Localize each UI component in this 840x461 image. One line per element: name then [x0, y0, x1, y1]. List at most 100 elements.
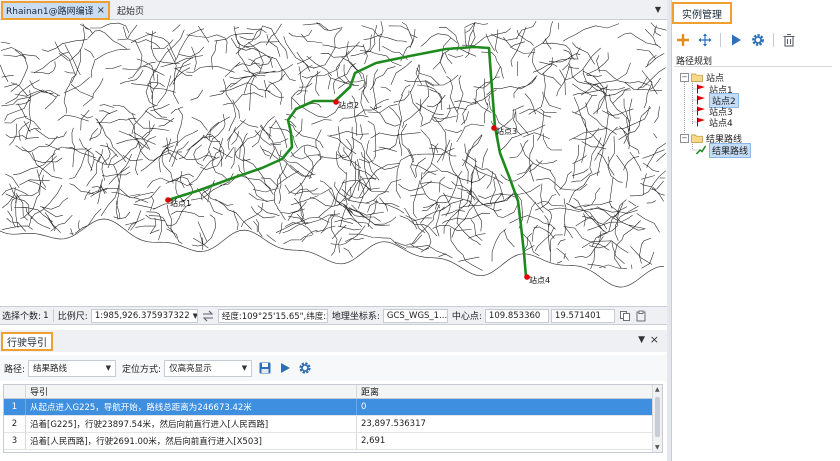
table-row[interactable]: 1 从起点进入G225，导航开始，路线总距离为246673.42米 0	[4, 399, 662, 416]
stop-label: 站点1	[170, 198, 191, 208]
tab-road-network[interactable]: Rhainan1@路网编译 ×	[1, 1, 110, 20]
folder-icon	[691, 134, 703, 143]
row-index-header	[4, 385, 26, 398]
locate-label: 定位方式:	[122, 364, 162, 375]
tree-stop-4[interactable]: 站点4	[696, 116, 733, 129]
trash-icon[interactable]	[782, 33, 796, 47]
lonlat-readout: 经度:109°25'15.65",纬度:2...	[217, 308, 328, 323]
route-select[interactable]: 结果路线 ▼	[28, 359, 117, 377]
gear-icon[interactable]	[298, 361, 312, 375]
table-scrollbar[interactable]: ▲ ▼	[652, 385, 662, 452]
selected-count: 选择个数: 1	[0, 307, 51, 324]
scale-value: 1:985,926.375937322	[94, 310, 190, 321]
crs-label: 地理坐标系:	[331, 312, 380, 322]
row-index: 1	[4, 399, 26, 415]
guide-panel-close-icon[interactable]: ×	[650, 333, 659, 346]
flag-icon	[697, 84, 705, 94]
center-y-field[interactable]: 19.571401	[550, 308, 615, 323]
scroll-down-icon[interactable]: ▼	[655, 444, 660, 451]
scale-dropdown-icon[interactable]: ▼	[193, 312, 197, 320]
collapse-icon[interactable]: −	[680, 133, 689, 143]
guide-text: 沿着[人民西路]，行驶2691.00米，然后向前直行进入[X503]	[26, 433, 357, 449]
locate-dropdown-icon[interactable]: ▼	[242, 364, 247, 372]
distance-column-header[interactable]: 距离	[357, 385, 662, 398]
scroll-thumb[interactable]	[655, 397, 660, 437]
coastline	[0, 218, 665, 288]
tab-close-icon[interactable]: ×	[97, 5, 105, 16]
tab-start-page-label: 起始页	[117, 7, 145, 17]
locate-mode-value: 仅高亮显示	[169, 364, 212, 374]
guide-table-header: 导引 距离	[4, 385, 662, 399]
table-row[interactable]: 3 沿着[人民西路]，行驶2691.00米，然后向前直行进入[X503] 2,6…	[4, 433, 662, 450]
center-x-field[interactable]: 109.853360	[484, 308, 549, 323]
locate-mode-select[interactable]: 仅高亮显示 ▼	[164, 359, 253, 377]
center-group: 中心点: 109.853360 19.571401	[450, 307, 617, 324]
play-icon[interactable]	[278, 361, 292, 375]
paste-icon[interactable]	[635, 310, 647, 322]
swap-icon[interactable]	[202, 310, 214, 322]
flag-icon	[697, 95, 705, 105]
copy-icon[interactable]	[619, 310, 631, 322]
selected-count-value: 1	[43, 310, 49, 321]
crs-value: GCS_WGS_1...	[386, 310, 448, 321]
tree-route-item-label: 结果路线	[709, 142, 752, 158]
save-icon[interactable]	[258, 361, 272, 375]
folder-icon	[691, 73, 703, 82]
guide-panel-title: 行驶导引	[1, 332, 53, 351]
center-label: 中心点:	[451, 312, 482, 322]
status-separator	[52, 309, 54, 322]
guide-column-header[interactable]: 导引	[26, 385, 357, 398]
instance-manager-panel: 实例管理 路径规划 − 站点 站点1 站点2 站点3 站点4 − 结果路线 结果…	[671, 0, 833, 461]
guide-toolbar: 路径: 结果路线 ▼ 定位方式: 仅高亮显示 ▼	[0, 355, 667, 381]
scale-combo[interactable]: 1:985,926.375937322 ▼	[90, 308, 198, 323]
tree-route-item[interactable]: 结果路线	[696, 142, 752, 158]
stops-layer: 站点1 站点2 站点3 站点4	[165, 99, 550, 285]
instance-toolbar	[676, 31, 804, 49]
tree-stops-folder[interactable]: − 站点	[680, 71, 724, 84]
route-label: 路径:	[4, 364, 26, 375]
tree-stop-label: 站点4	[709, 118, 733, 129]
road-segments	[0, 21, 667, 271]
row-index: 3	[4, 433, 26, 449]
toolbar-separator	[720, 33, 721, 47]
document-tab-strip: Rhainan1@路网编译 × 起始页 ▼	[0, 0, 667, 20]
flag-icon	[697, 106, 705, 116]
road-network-layer	[0, 21, 667, 288]
collapse-icon[interactable]: −	[680, 72, 689, 82]
route-dropdown-icon[interactable]: ▼	[106, 364, 111, 372]
center-x-value: 109.853360	[488, 310, 541, 321]
crs-readout[interactable]: GCS_WGS_1...	[382, 308, 448, 323]
distance-value: 23,897.536317	[361, 419, 426, 429]
route-select-value: 结果路线	[33, 364, 68, 374]
route-line-icon	[696, 145, 706, 155]
move-icon[interactable]	[698, 33, 712, 47]
row-index: 2	[4, 416, 26, 432]
scale-group: 比例尺: 1:985,926.375937322 ▼	[56, 307, 200, 324]
guide-text: 从起点进入G225，导航开始，路线总距离为246673.42米	[26, 399, 357, 415]
crs-group: 地理坐标系: GCS_WGS_1...	[330, 307, 450, 324]
toolbar-separator	[773, 33, 774, 47]
stop-label: 站点2	[338, 100, 359, 110]
instance-panel-title: 实例管理	[672, 2, 732, 24]
gear-icon[interactable]	[751, 33, 765, 47]
pin-icon[interactable]: ▼	[638, 335, 645, 345]
status-bar: 选择个数: 1 比例尺: 1:985,926.375937322 ▼ 经度:10…	[0, 306, 667, 325]
table-row[interactable]: 2 沿着[G225]，行驶23897.54米，然后向前直行进入[人民西路] 23…	[4, 416, 662, 433]
distance-value: 0	[361, 402, 367, 412]
route-planning-section: 路径规划	[674, 54, 832, 67]
tab-road-network-label: Rhainan1@路网编译	[6, 7, 94, 17]
selected-count-label: 选择个数:	[2, 312, 42, 322]
tab-list-dropdown-icon[interactable]: ▼	[653, 4, 663, 14]
scroll-up-icon[interactable]: ▲	[655, 386, 660, 393]
plus-icon[interactable]	[676, 33, 690, 47]
stop-label: 站点4	[529, 275, 550, 285]
guide-panel-header: 行驶导引 ▼ ×	[0, 330, 667, 352]
guide-text: 沿着[G225]，行驶23897.54米，然后向前直行进入[人民西路]	[26, 416, 357, 432]
stop-label: 站点3	[496, 126, 517, 136]
map-view[interactable]: 站点1 站点2 站点3 站点4	[0, 21, 667, 306]
guide-table: 导引 距离 1 从起点进入G225，导航开始，路线总距离为246673.42米 …	[3, 384, 663, 453]
flag-icon	[697, 117, 705, 127]
play-icon[interactable]	[729, 33, 743, 47]
tab-start-page[interactable]: 起始页	[113, 3, 148, 18]
road-network-map[interactable]: 站点1 站点2 站点3 站点4	[0, 21, 667, 306]
